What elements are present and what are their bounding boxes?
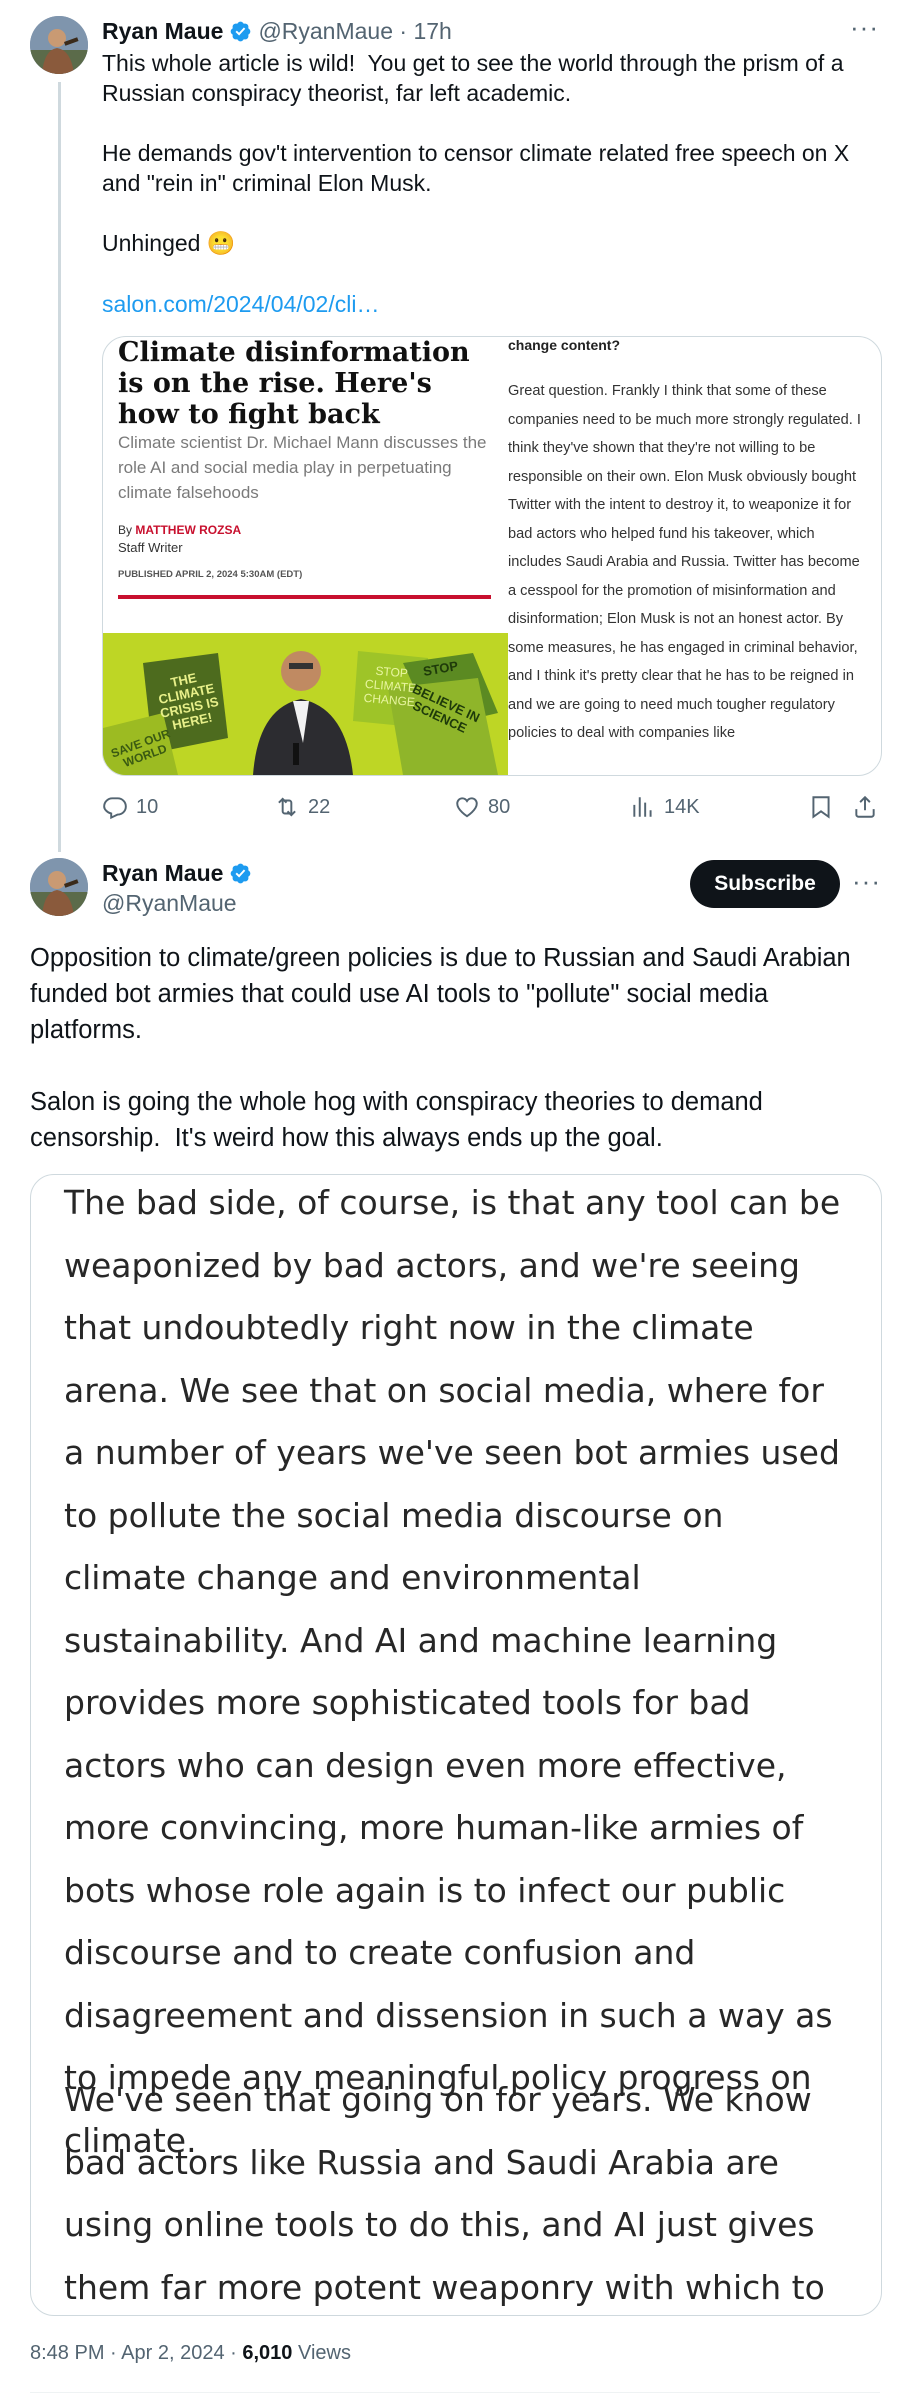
avatar[interactable] xyxy=(30,858,88,916)
repost-icon xyxy=(278,797,296,817)
like-icon xyxy=(456,797,478,818)
tweet-text: This whole article is wild! You get to s… xyxy=(102,50,850,256)
bookmark-icon xyxy=(812,796,830,819)
verified-badge-icon xyxy=(229,862,252,885)
tweet-timestamp: 8:48 PM · Apr 2, 2024 · 6,010 Views xyxy=(30,2342,351,2365)
timestamp-text[interactable]: 8:48 PM · Apr 2, 2024 · xyxy=(30,2342,242,2364)
author-name[interactable]: Ryan Maue xyxy=(102,18,223,45)
card-divider xyxy=(118,595,491,599)
tweet1-header: Ryan Maue @RyanMaue · 17h xyxy=(102,16,452,46)
card-question: change content? xyxy=(508,337,621,353)
verified-badge-icon xyxy=(229,20,252,43)
handle-time[interactable]: @RyanMaue · 17h xyxy=(258,18,451,45)
byline-role: Staff Writer xyxy=(118,540,183,555)
bookmark-button[interactable] xyxy=(808,794,834,820)
byline-prefix: By xyxy=(118,523,133,537)
subscribe-button[interactable]: Subscribe xyxy=(690,860,840,908)
views-button[interactable]: 14K xyxy=(630,794,700,820)
views-total: 6,010 xyxy=(242,2342,293,2364)
more-icon[interactable]: ··· xyxy=(850,12,879,43)
share-icon xyxy=(855,795,875,818)
tweet2-name-row: Ryan Maue xyxy=(102,858,252,888)
card-byline: By MATTHEW ROZSA xyxy=(118,523,241,537)
byline-author: MATTHEW ROZSA xyxy=(135,523,242,537)
views-count: 14K xyxy=(664,795,700,818)
quote-paragraph-2: We've seen that going on for years. We k… xyxy=(64,2080,825,2307)
author-handle[interactable]: @RyanMaue xyxy=(102,890,237,917)
share-button[interactable] xyxy=(852,794,878,820)
avatar[interactable] xyxy=(30,16,88,74)
author-name[interactable]: Ryan Maue xyxy=(102,860,223,887)
tweet-text: Opposition to climate/green policies is … xyxy=(30,944,851,1152)
card-dek: Climate scientist Dr. Michael Mann discu… xyxy=(118,433,487,502)
published-date: PUBLISHED APRIL 2, 2024 5:30AM (EDT) xyxy=(118,569,303,580)
like-count: 80 xyxy=(488,795,511,818)
bottom-divider xyxy=(30,2392,880,2393)
card-headline: Climate disinformation is on the rise. H… xyxy=(118,337,470,430)
like-button[interactable]: 80 xyxy=(454,794,510,820)
repost-count: 22 xyxy=(308,795,331,818)
card-answer: Great question. Frankly I think that som… xyxy=(508,383,861,741)
views-label: Views xyxy=(292,2342,351,2364)
quote-image[interactable]: The bad side, of course, is that any too… xyxy=(30,1174,882,2316)
reply-icon xyxy=(103,797,127,820)
card-photo: THE CLIMATE CRISIS IS HERE! STOP CLIMATE… xyxy=(103,633,508,775)
repost-button[interactable]: 22 xyxy=(274,794,330,820)
more-icon[interactable]: ··· xyxy=(852,866,881,897)
reply-button[interactable]: 10 xyxy=(102,794,158,820)
article-card[interactable]: Climate disinformation is on the rise. H… xyxy=(102,336,882,776)
quote-paragraph-1: The bad side, of course, is that any too… xyxy=(64,1183,841,2160)
article-link[interactable]: salon.com/2024/04/02/cli… xyxy=(102,291,379,318)
reply-count: 10 xyxy=(136,795,159,818)
thread-line xyxy=(58,82,61,852)
views-icon xyxy=(633,797,652,817)
